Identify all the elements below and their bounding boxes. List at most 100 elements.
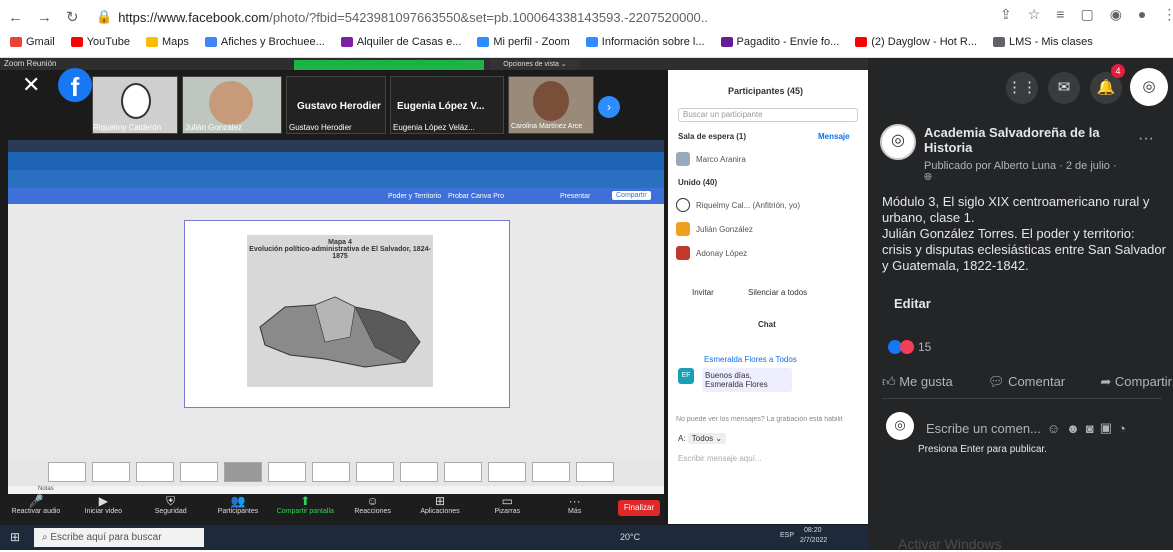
reading-list-icon[interactable]: ≡ <box>1056 6 1064 23</box>
bookmark-label: (2) Dayglow - Hot R... <box>871 36 977 48</box>
sticker-face-icon[interactable]: ◔ <box>1118 421 1126 436</box>
share-button[interactable]: ➦ Compartir <box>1100 374 1172 390</box>
bookmark-label: Maps <box>161 36 189 48</box>
avatar <box>676 246 690 260</box>
menu-icon[interactable]: ⋮ <box>1162 6 1173 23</box>
facebook-logo-icon[interactable]: f <box>58 68 92 102</box>
next-page-icon[interactable]: › <box>598 96 620 118</box>
like-label: Me gusta <box>899 374 953 389</box>
bookmark-item[interactable]: YouTube <box>70 36 130 48</box>
bookmark-item[interactable]: Información sobre l... <box>585 36 705 48</box>
bookmark-label: Pagadito - Envíe fo... <box>736 36 840 48</box>
waiting-room-header: Sala de espera (1) <box>678 132 747 141</box>
page-avatar[interactable]: ◎ <box>880 124 916 160</box>
chat-notice: No puede ver los mensajes? La grabación … <box>676 416 843 423</box>
gif-icon[interactable]: ▣ <box>1100 420 1112 436</box>
bookmark-label: Mi perfil - Zoom <box>493 36 570 48</box>
chat-to-label: A: <box>678 434 686 443</box>
view-options-button: Opciones de vista ⌄ <box>490 60 580 70</box>
back-icon[interactable]: ← <box>8 9 23 26</box>
comment-button[interactable]: 💬︎ Comentar <box>988 374 1065 390</box>
chat-sender: Esmeralda Flores a Todos <box>704 355 797 364</box>
slide-thumb <box>48 462 86 482</box>
account-avatar-icon[interactable]: ◎ <box>1130 68 1168 106</box>
share-icon[interactable]: ⇪ <box>1000 6 1012 23</box>
bookmark-item[interactable]: (2) Dayglow - Hot R... <box>855 36 977 48</box>
reactions-button: ☺ Reacciones <box>343 494 403 524</box>
bookmark-icon <box>855 37 868 47</box>
edit-button[interactable]: Editar <box>894 296 931 311</box>
bookmark-item[interactable]: Pagadito - Envíe fo... <box>720 36 840 48</box>
chrome-toolbar-icons: ⇪ ☆ ≡ ▢ ◉ ● ⋮ <box>1000 6 1173 23</box>
comment-label: Comentar <box>1008 374 1066 389</box>
participant-name: Riquelmy Calderón <box>93 123 162 132</box>
participant-row: Julián González <box>676 222 753 236</box>
emoji-icon[interactable]: ☻ <box>1066 421 1080 436</box>
person-face <box>209 81 253 125</box>
toolbar-label: Participantes <box>217 508 259 515</box>
bookmark-icon <box>10 37 22 47</box>
person-face <box>533 81 569 121</box>
bookmark-item[interactable]: LMS - Mis clases <box>993 36 1093 48</box>
avatar <box>676 152 690 166</box>
globe-icon: 🌐︎ <box>924 172 932 183</box>
avatar <box>676 198 690 212</box>
map-heading: Mapa 4 <box>328 239 352 246</box>
whiteboard-icon: ▭ <box>501 494 513 508</box>
end-meeting-button: Finalizar <box>618 500 660 516</box>
bookmark-item[interactable]: Mi perfil - Zoom <box>477 36 570 48</box>
participant-search: Buscar un participante <box>678 108 858 122</box>
sidepanel-icon[interactable]: ▢ <box>1080 6 1093 23</box>
camera-icon[interactable]: ◙ <box>1086 421 1094 436</box>
slide-thumb <box>488 462 526 482</box>
like-button[interactable]: 👍︎ Me gusta <box>882 374 953 390</box>
taskbar-lang: ESP <box>780 532 795 539</box>
canva-pro-button: Probar Canva Pro <box>448 193 505 200</box>
star-icon[interactable]: ☆ <box>1028 6 1041 23</box>
bookmark-item[interactable]: Gmail <box>10 36 55 48</box>
more-options-icon[interactable]: ··· <box>1138 130 1154 148</box>
bookmark-item[interactable]: Alquiler de Casas e... <box>340 36 461 48</box>
bookmark-icon <box>585 37 598 47</box>
bookmark-item[interactable]: Afiches y Brochuee... <box>204 36 325 48</box>
participant-thumb: Riquelmy Calderón <box>92 76 178 134</box>
share-screen-icon: ⬆ <box>300 494 311 508</box>
participant-name: Gustavo Herodier <box>297 101 381 112</box>
lock-icon: 🔒 <box>96 9 113 24</box>
address-bar[interactable]: 🔒 https://www.facebook.com /photo/?fbid=… <box>96 6 986 28</box>
mute-all-button: Silenciar a todos <box>748 288 808 297</box>
avatar <box>676 222 690 236</box>
close-icon[interactable]: ✕ <box>22 72 40 98</box>
bookmark-icon <box>477 37 490 47</box>
url-host: https://www.facebook.com <box>118 9 270 25</box>
slide-thumb <box>92 462 130 482</box>
slide-thumb <box>356 462 394 482</box>
reload-icon[interactable]: ↻ <box>66 8 79 26</box>
taskbar-search: ⌕ Escribe aquí para buscar <box>34 528 204 547</box>
reaction-summary[interactable]: 15 <box>888 340 931 354</box>
slide-filmstrip <box>8 458 664 486</box>
mute-button: 🎤 Reactivar audio <box>6 494 66 524</box>
extension-icon[interactable]: ◉ <box>1110 6 1122 23</box>
joined-header: Unido (40) <box>678 178 718 187</box>
love-reaction-icon <box>900 340 914 354</box>
toolbar-label: Compartir pantalla <box>276 508 334 515</box>
profile-icon[interactable]: ● <box>1138 6 1146 23</box>
whiteboard-button: ▭ Pizarras <box>477 494 537 524</box>
toolbar-label: Reacciones <box>354 508 391 515</box>
sticker-icon[interactable]: ☺ <box>1047 421 1060 436</box>
bookmark-item[interactable]: Maps <box>145 36 189 48</box>
avatar: EF <box>678 368 694 384</box>
page-name-link[interactable]: Academia Salvadoreña de la Historia <box>924 125 1124 155</box>
bookmark-label: Afiches y Brochuee... <box>220 36 325 48</box>
participant-name: Eugenia López Veláz... <box>393 123 475 132</box>
toolbar-label: Seguridad <box>154 508 187 515</box>
academy-seal-icon <box>121 83 151 119</box>
messenger-icon[interactable]: ✉ <box>1048 72 1080 104</box>
windows-taskbar: ⊞ ⌕ Escribe aquí para buscar 20°C ESP 08… <box>0 525 868 550</box>
comment-input[interactable]: Escribe un comen... ☺ ☻ ◙ ▣ ◔ <box>926 414 1166 442</box>
menu-grid-icon[interactable]: ⋮⋮ <box>1006 72 1038 104</box>
bookmark-label: Gmail <box>26 36 55 48</box>
forward-icon[interactable]: → <box>37 9 52 26</box>
divider <box>882 398 1162 399</box>
